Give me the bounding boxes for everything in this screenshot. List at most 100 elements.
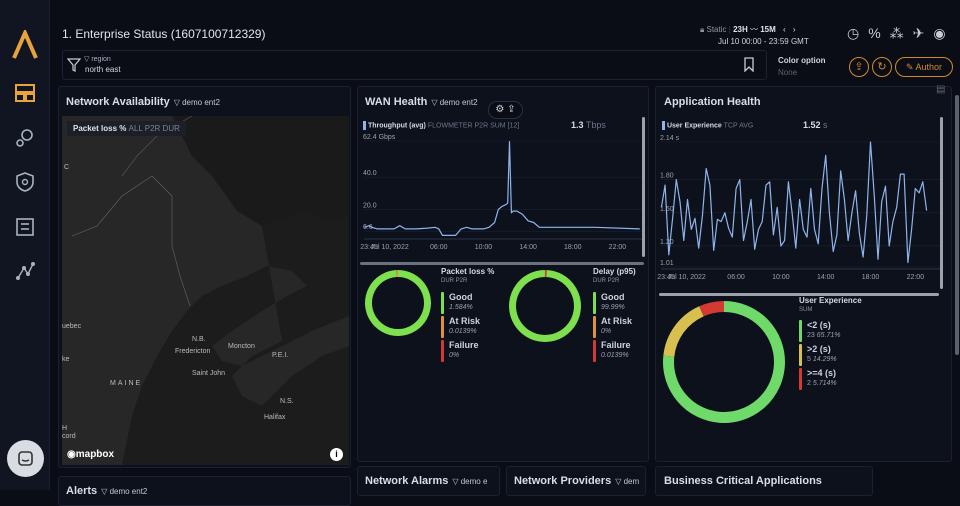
y-tick-label: 1.20 <box>660 239 674 246</box>
packet-loss-sub: DUR P2R <box>441 278 467 284</box>
share-button[interactable]: ⇪ <box>849 57 869 77</box>
mapbox-logo[interactable]: ◉mapbox <box>67 449 114 460</box>
legend-label: Failure <box>449 340 479 350</box>
search-analytics-icon[interactable] <box>13 126 37 150</box>
interval-select[interactable]: 15M <box>760 25 776 34</box>
author-button[interactable]: ✎ Author <box>895 57 953 77</box>
application-health-panel: Application Health ▤ User Experience TCP… <box>655 86 952 462</box>
series-line <box>364 142 639 236</box>
security-shield-icon[interactable] <box>13 170 37 194</box>
packet-loss-title: Packet loss % <box>441 267 494 276</box>
time-window: Jul 10 00:00 - 23:59 GMT <box>718 37 809 46</box>
x-tick-label: 14:00 <box>817 274 835 281</box>
legend-swatch <box>441 340 444 362</box>
legend-swatch <box>799 344 802 366</box>
throughput-chart[interactable]: 62.4 Gbps40.020.06.623:45Jul 10, 202206:… <box>358 87 650 267</box>
panel-scrollbar[interactable] <box>940 117 943 289</box>
mapbox-icon: ◉ <box>67 449 76 460</box>
page-scrollbar[interactable] <box>955 95 959 355</box>
panel-title: Network Availability▽ demo ent2 <box>66 96 220 108</box>
delay-donut[interactable] <box>508 269 582 343</box>
x-tick-label: 22:00 <box>907 274 925 281</box>
info-icon[interactable]: i <box>330 448 343 461</box>
granularity-icon: 〰 <box>750 25 758 34</box>
map-label: uebec <box>62 323 81 330</box>
percent-icon[interactable]: % <box>868 25 889 41</box>
refresh-icon: ↻ <box>877 61 886 73</box>
donut-segment <box>701 307 724 312</box>
chat-button[interactable] <box>7 440 44 477</box>
reports-icon[interactable] <box>13 215 37 239</box>
x-tick-label: 18:00 <box>564 244 582 251</box>
ux-sub: SUM <box>799 307 812 313</box>
legend-label: >2 (s) <box>807 344 831 354</box>
x-tick-label: 22:00 <box>609 244 627 251</box>
wan-health-panel: WAN Health▽ demo ent2 ⚙ ⇪ Throughput (av… <box>357 86 649 462</box>
prev-icon[interactable]: ‹ <box>783 25 786 34</box>
donut-segment <box>369 274 428 333</box>
legend-swatch <box>593 292 596 314</box>
user-experience-donut[interactable] <box>662 300 786 424</box>
map[interactable]: Packet loss % ALL P2R DUR C uebec N.B. F… <box>62 116 349 465</box>
legend-value: 1.584% <box>449 304 473 311</box>
legend-label: <2 (s) <box>807 320 831 330</box>
legend-value: 0% <box>601 328 611 335</box>
delay-title: Delay (p95) <box>593 267 636 276</box>
x-tick-label: 06:00 <box>727 274 745 281</box>
legend-value: 5 14.29% <box>807 356 837 363</box>
filter-icon[interactable] <box>67 58 81 72</box>
ux-title: User Experience <box>799 296 862 305</box>
legend-swatch <box>441 316 444 338</box>
map-label: P.E.I. <box>272 352 288 359</box>
map-metric-badge: Packet loss % ALL P2R DUR <box>67 121 186 136</box>
alerts-panel: Alerts▽ demo ent2 <box>58 476 351 506</box>
lock-icon[interactable]: 🔒︎ <box>700 25 704 34</box>
filter-icon: ▽ <box>452 477 460 486</box>
filter-icon: ▽ <box>615 477 623 486</box>
legend-swatch <box>441 292 444 314</box>
legend-swatch <box>593 316 596 338</box>
pin-icon[interactable]: ✈︎ <box>913 25 934 41</box>
y-tick-label: 20.0 <box>363 203 377 210</box>
user-experience-chart[interactable]: 2.14 s1.801.501.201.0123:45Jul 10, 20220… <box>656 87 953 297</box>
x-tick-label: 14:00 <box>519 244 537 251</box>
bookmark-icon[interactable] <box>743 57 755 72</box>
legend-label: At Risk <box>601 316 632 326</box>
legend-value: 99.99% <box>601 304 625 311</box>
gauge-icon[interactable]: ◷ <box>847 25 868 41</box>
legend-value: 0.0139% <box>601 352 629 359</box>
dashboard-icon[interactable] <box>13 81 37 105</box>
network-alarms-panel: Network Alarms▽ demo e <box>357 466 500 496</box>
legend-label: At Risk <box>449 316 480 326</box>
page-title: 1. Enterprise Status (1607100712329) <box>62 27 265 41</box>
range-select[interactable]: 23H <box>733 25 748 34</box>
y-tick-label: 40.0 <box>363 170 377 177</box>
x-tick-label: Jul 10, 2022 <box>668 274 706 281</box>
legend-label: >=4 (s) <box>807 368 836 378</box>
chart-scrollbar[interactable] <box>360 262 644 265</box>
topology-icon[interactable] <box>13 259 37 283</box>
filter-bar[interactable]: ▽ region north east <box>62 50 767 80</box>
panel-scrollbar[interactable] <box>642 117 645 257</box>
refresh-button[interactable]: ↻ <box>872 57 892 77</box>
map-label: Halifax <box>264 414 285 421</box>
chart-check-icon[interactable]: ⁂ <box>890 25 913 41</box>
legend-label: Good <box>601 292 625 302</box>
legend-swatch <box>799 320 802 342</box>
filter-icon: ▽ <box>174 98 182 107</box>
business-critical-apps-panel: Business Critical Applications <box>655 466 873 496</box>
legend-swatch <box>593 340 596 362</box>
color-option-select[interactable]: None <box>778 68 797 77</box>
next-icon[interactable]: › <box>793 25 796 34</box>
x-tick-label: 10:00 <box>475 244 493 251</box>
map-label: ke <box>62 356 69 363</box>
share-icon: ⇪ <box>854 61 863 73</box>
logo-icon[interactable] <box>10 30 40 60</box>
legend-value: 0.0139% <box>449 328 477 335</box>
color-option-label: Color option <box>778 56 826 65</box>
map-water <box>62 116 349 465</box>
packet-loss-donut[interactable] <box>364 269 432 337</box>
y-tick-label: 1.01 <box>660 260 674 267</box>
user-icon[interactable]: ◉ <box>933 25 954 41</box>
x-tick-label: 10:00 <box>772 274 790 281</box>
